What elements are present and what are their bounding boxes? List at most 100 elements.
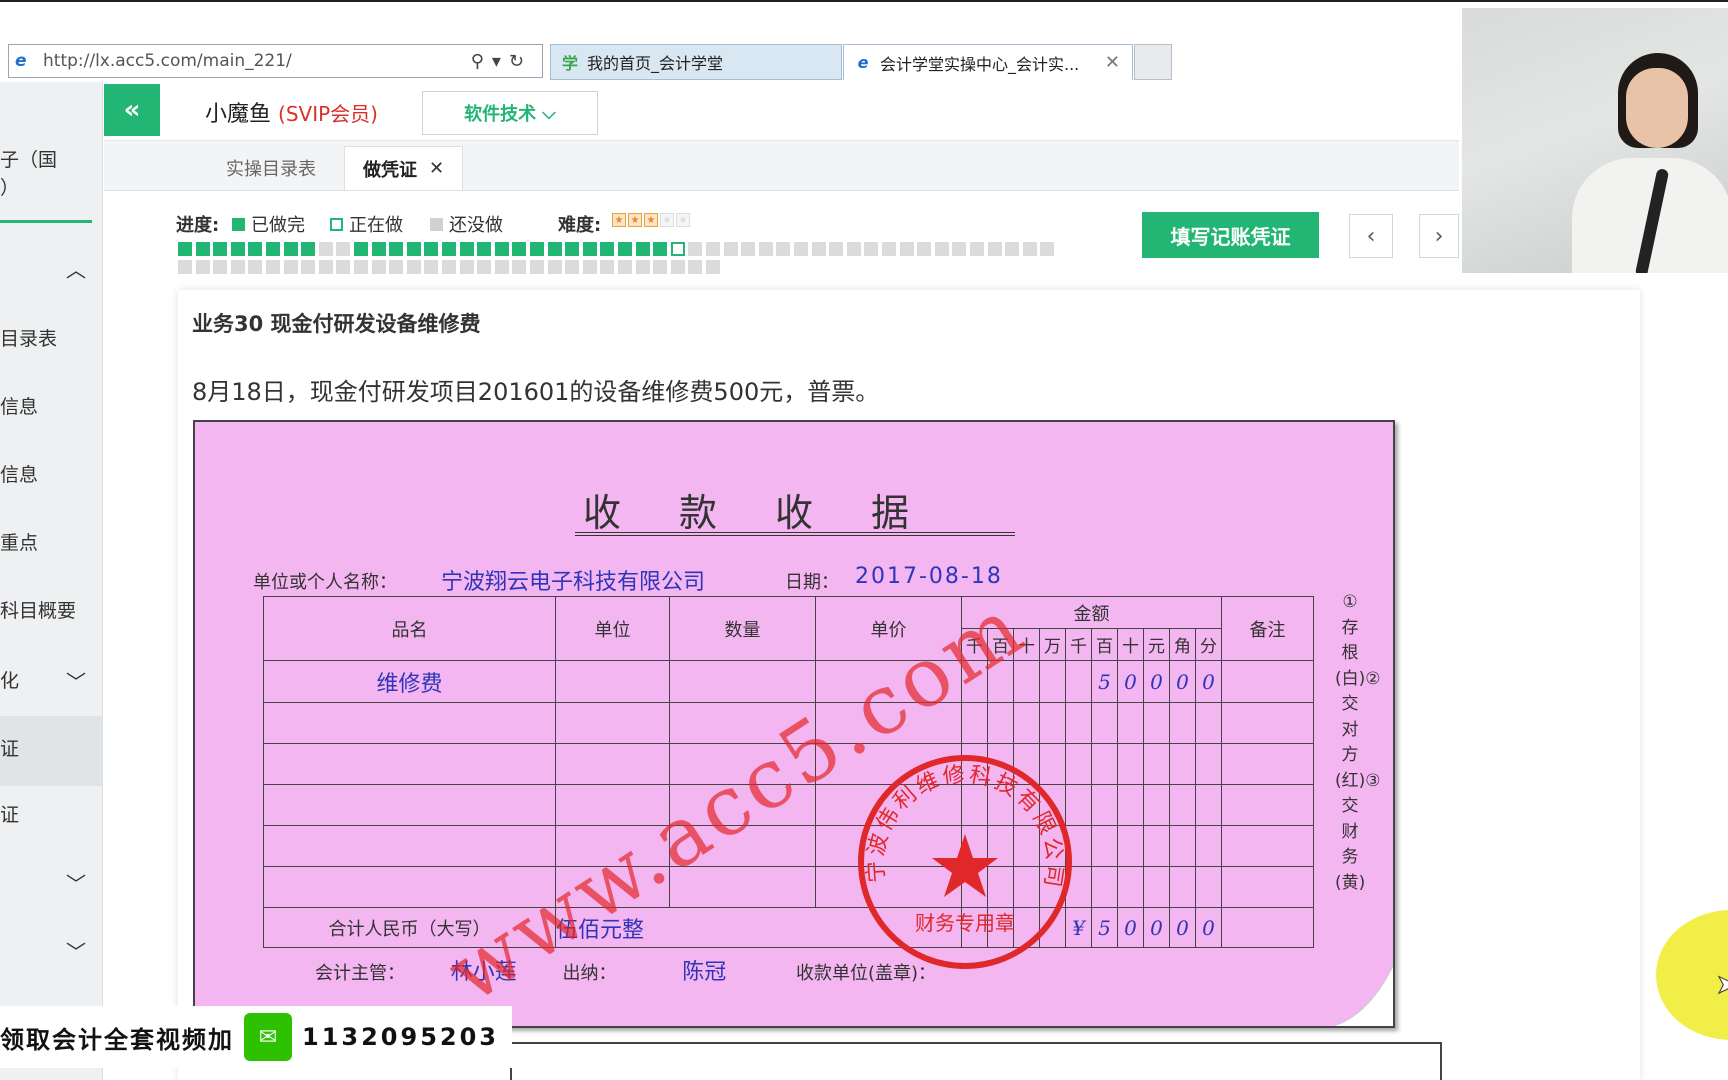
progress-cell[interactable]	[389, 260, 404, 274]
progress-cell[interactable]	[301, 260, 316, 274]
progress-cell[interactable]	[266, 242, 280, 256]
progress-cell[interactable]	[459, 260, 474, 274]
progress-cell[interactable]	[301, 242, 316, 256]
progress-cell[interactable]	[653, 260, 668, 274]
progress-cell[interactable]	[723, 242, 738, 256]
chevron-down-icon[interactable]: ﹀	[66, 666, 86, 695]
progress-cell[interactable]	[706, 260, 720, 274]
software-tech-menu[interactable]: 软件技术 ⌵	[422, 91, 598, 135]
progress-cell[interactable]	[741, 242, 756, 256]
progress-cell[interactable]	[600, 260, 615, 274]
progress-cell[interactable]	[600, 242, 615, 256]
progress-cell[interactable]	[653, 242, 668, 256]
progress-cell[interactable]	[424, 260, 439, 274]
progress-cell[interactable]	[406, 242, 421, 256]
progress-cell[interactable]	[618, 260, 632, 274]
progress-cell[interactable]	[336, 242, 351, 256]
progress-cell[interactable]	[230, 260, 245, 274]
progress-cell[interactable]	[846, 242, 861, 256]
progress-cell[interactable]	[371, 242, 386, 256]
progress-cell[interactable]	[424, 242, 439, 256]
progress-cell[interactable]	[195, 242, 210, 256]
progress-cell[interactable]	[354, 260, 368, 274]
progress-cell[interactable]	[406, 260, 421, 274]
chevron-down-icon[interactable]: ﹀	[66, 868, 86, 897]
tab-voucher[interactable]: 做凭证 ✕	[344, 146, 464, 190]
progress-cell[interactable]	[336, 260, 351, 274]
progress-cell[interactable]	[776, 242, 791, 256]
progress-cell[interactable]	[635, 242, 650, 256]
progress-cell[interactable]	[283, 242, 298, 256]
progress-cell[interactable]	[459, 242, 474, 256]
progress-cell[interactable]	[512, 242, 527, 256]
sidebar-item-subjects[interactable]: 科目概要	[0, 596, 102, 623]
sidebar-item-info-2[interactable]: 信息	[0, 460, 102, 487]
progress-cell[interactable]	[195, 260, 210, 274]
progress-cell[interactable]	[1005, 242, 1020, 256]
progress-cell[interactable]	[248, 242, 263, 256]
progress-cell[interactable]	[635, 260, 650, 274]
next-button[interactable]: ›	[1419, 214, 1459, 258]
progress-cell[interactable]	[283, 260, 298, 274]
url-text[interactable]: http://lx.acc5.com/main_221/	[43, 51, 292, 71]
sidebar-item-voucher[interactable]: 证	[0, 734, 102, 761]
progress-cell[interactable]	[917, 242, 932, 256]
prev-button[interactable]: ‹	[1349, 214, 1393, 258]
progress-cell[interactable]	[811, 242, 826, 256]
address-bar[interactable]: e http://lx.acc5.com/main_221/ ⚲▾↻	[8, 44, 543, 78]
progress-cell[interactable]	[882, 242, 896, 256]
progress-cell[interactable]	[530, 260, 544, 274]
progress-cell[interactable]	[758, 242, 773, 256]
progress-cell[interactable]	[565, 260, 580, 274]
new-tab-button[interactable]	[1134, 44, 1172, 80]
progress-cell[interactable]	[389, 242, 404, 256]
progress-cell[interactable]	[494, 242, 509, 256]
progress-cell[interactable]	[477, 242, 492, 256]
progress-cell[interactable]	[829, 242, 844, 256]
progress-cell[interactable]	[582, 242, 597, 256]
chevron-down-icon[interactable]: ﹀	[66, 936, 86, 965]
progress-cell[interactable]	[987, 242, 1002, 256]
progress-cell[interactable]	[318, 242, 333, 256]
progress-cell[interactable]	[477, 260, 492, 274]
search-refresh-icons[interactable]: ⚲▾↻	[471, 51, 532, 72]
progress-cell[interactable]	[899, 242, 914, 256]
browser-tab-practice[interactable]: e 会计学堂实操中心_会计实... ✕	[843, 44, 1133, 80]
collapse-sidebar-button[interactable]: «	[104, 84, 160, 136]
progress-cell[interactable]	[248, 260, 263, 274]
progress-cell[interactable]	[547, 242, 562, 256]
sidebar-item-group[interactable]: 化	[0, 666, 102, 693]
sidebar-item-voucher-2[interactable]: 证	[0, 800, 102, 827]
fill-voucher-button[interactable]: 填写记账凭证	[1142, 212, 1319, 258]
progress-cell[interactable]	[442, 242, 456, 256]
progress-cell[interactable]	[178, 242, 192, 256]
progress-cell[interactable]	[371, 260, 386, 274]
sidebar-item-info-1[interactable]: 信息	[0, 392, 102, 419]
progress-cell[interactable]	[670, 260, 685, 274]
progress-cell[interactable]	[670, 242, 685, 256]
browser-tab-home[interactable]: 学 我的首页_会计学堂	[550, 44, 842, 80]
progress-cell[interactable]	[230, 242, 245, 256]
progress-cell[interactable]	[934, 242, 949, 256]
progress-cell[interactable]	[354, 242, 368, 256]
progress-cell[interactable]	[688, 242, 703, 256]
progress-cell[interactable]	[952, 242, 967, 256]
progress-cell[interactable]	[318, 260, 333, 274]
close-icon[interactable]: ✕	[429, 158, 444, 179]
tab-catalog[interactable]: 实操目录表	[208, 146, 334, 190]
progress-cell[interactable]	[688, 260, 703, 274]
close-icon[interactable]: ✕	[1105, 52, 1120, 73]
progress-cell[interactable]	[1022, 242, 1037, 256]
progress-cell[interactable]	[565, 242, 580, 256]
sidebar-item-keypoints[interactable]: 重点	[0, 528, 102, 555]
progress-cell[interactable]	[864, 242, 879, 256]
progress-cell[interactable]	[213, 242, 228, 256]
sidebar-item-catalog[interactable]: 目录表	[0, 324, 102, 351]
progress-cell[interactable]	[970, 242, 984, 256]
progress-cell[interactable]	[530, 242, 544, 256]
progress-cell[interactable]	[794, 242, 808, 256]
progress-cell[interactable]	[1040, 242, 1055, 256]
progress-cell[interactable]	[266, 260, 280, 274]
progress-cell[interactable]	[213, 260, 228, 274]
progress-cell[interactable]	[547, 260, 562, 274]
